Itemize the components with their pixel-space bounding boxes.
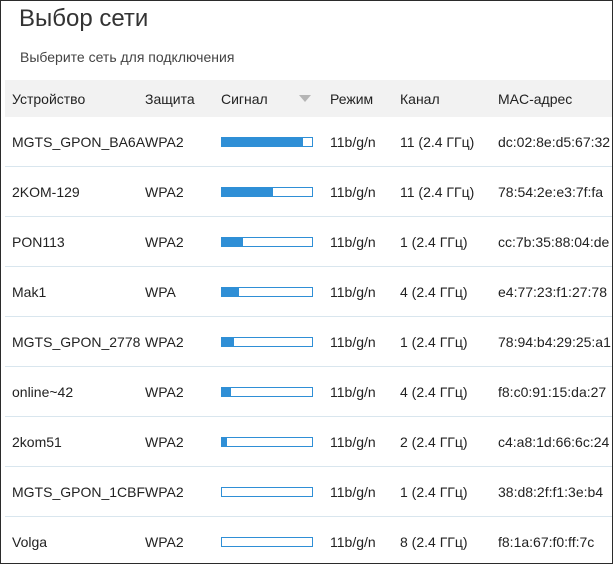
signal-strength-fill [222, 188, 274, 196]
channel-cell: 2 (2.4 ГГц) [400, 433, 468, 450]
signal-strength-fill [222, 438, 227, 446]
mode-cell: 11b/g/n [330, 183, 376, 200]
table-row[interactable]: Volga WPA2 11b/g/n 8 (2.4 ГГц) f8:1a:67:f0:f… [5, 517, 612, 563]
security-cell: WPA2 [145, 483, 184, 500]
mac-cell: f8:c0:91:15:da:27 [498, 383, 607, 400]
signal-strength-bar [221, 137, 313, 147]
column-header-mode[interactable]: Режим [330, 80, 373, 117]
security-cell: WPA [145, 283, 176, 300]
device-cell: Volga [12, 533, 48, 550]
signal-strength-bar [221, 187, 313, 197]
mode-cell: 11b/g/n [330, 433, 376, 450]
table-row[interactable]: 2KOM-129 WPA2 11b/g/n 11 (2.4 ГГц) 78:54:2e:… [5, 167, 612, 217]
mac-cell: 38:d8:2f:f1:3e:b4 [498, 483, 604, 500]
mac-cell: c4:a8:1d:66:6c:24 [498, 433, 610, 450]
mac-cell: dc:02:8e:d5:67:32 [498, 133, 611, 150]
device-cell: MGTS_GPON_2778 [12, 333, 141, 350]
mac-cell: cc:7b:35:88:04:de [498, 233, 610, 250]
device-cell: MGTS_GPON_1CBF [12, 483, 146, 500]
table-body: MGTS_GPON_BA6A WPA2 11b/g/n 11 (2.4 ГГц) dc:… [5, 117, 612, 563]
mac-cell: 78:94:b4:29:25:a1 [498, 333, 611, 350]
channel-cell: 4 (2.4 ГГц) [400, 283, 468, 300]
channel-cell: 11 (2.4 ГГц) [400, 133, 475, 150]
mac-cell: 78:54:2e:e3:7f:fa [498, 183, 604, 200]
column-header-channel[interactable]: Канал [400, 80, 440, 117]
column-header-mac[interactable]: MAC-адрес [498, 80, 572, 117]
channel-cell: 4 (2.4 ГГц) [400, 383, 468, 400]
signal-strength-bar [221, 537, 313, 547]
network-table: Устройство Защита Сигнал Режим Канал MAC… [5, 80, 612, 563]
signal-strength-bar [221, 387, 313, 397]
column-header-device[interactable]: Устройство [12, 80, 85, 117]
table-row[interactable]: MGTS_GPON_1CBF WPA2 11b/g/n 1 (2.4 ГГц) 38:d… [5, 467, 612, 517]
security-cell: WPA2 [145, 533, 184, 550]
mode-cell: 11b/g/n [330, 483, 376, 500]
signal-strength-bar [221, 337, 313, 347]
mode-cell: 11b/g/n [330, 383, 376, 400]
table-row[interactable]: Mak1 WPA 11b/g/n 4 (2.4 ГГц) e4:77:23:f1:27:… [5, 267, 612, 317]
channel-cell: 1 (2.4 ГГц) [400, 483, 468, 500]
security-cell: WPA2 [145, 333, 184, 350]
mac-cell: e4:77:23:f1:27:78 [498, 283, 607, 300]
mode-cell: 11b/g/n [330, 283, 376, 300]
signal-strength-fill [222, 138, 303, 146]
device-cell: online~42 [12, 383, 74, 400]
table-row[interactable]: MGTS_GPON_2778 WPA2 11b/g/n 1 (2.4 ГГц) 78:9… [5, 317, 612, 367]
signal-strength-fill [222, 288, 240, 296]
security-cell: WPA2 [145, 133, 184, 150]
mac-cell: f8:1a:67:f0:ff:7c [498, 533, 595, 550]
column-header-signal[interactable]: Сигнал [221, 80, 268, 117]
mode-cell: 11b/g/n [330, 133, 376, 150]
channel-cell: 8 (2.4 ГГц) [400, 533, 468, 550]
security-cell: WPA2 [145, 233, 184, 250]
signal-strength-bar [221, 437, 313, 447]
device-cell: Mak1 [12, 283, 47, 300]
signal-strength-bar [221, 237, 313, 247]
mode-cell: 11b/g/n [330, 533, 376, 550]
signal-strength-bar [221, 487, 313, 497]
table-header: Устройство Защита Сигнал Режим Канал MAC… [5, 80, 612, 117]
security-cell: WPA2 [145, 183, 184, 200]
sort-desc-icon[interactable] [299, 95, 311, 102]
security-cell: WPA2 [145, 383, 184, 400]
device-cell: PON113 [12, 233, 65, 250]
mode-cell: 11b/g/n [330, 233, 376, 250]
device-cell: 2kom51 [12, 433, 62, 450]
table-row[interactable]: online~42 WPA2 11b/g/n 4 (2.4 ГГц) f8:c0:91:… [5, 367, 612, 417]
mode-cell: 11b/g/n [330, 333, 376, 350]
table-row[interactable]: 2kom51 WPA2 11b/g/n 2 (2.4 ГГц) c4:a8:1d:66:… [5, 417, 612, 467]
device-cell: 2KOM-129 [12, 183, 80, 200]
signal-strength-bar [221, 287, 313, 297]
channel-cell: 11 (2.4 ГГц) [400, 183, 475, 200]
column-header-security[interactable]: Защита [145, 80, 195, 117]
channel-cell: 1 (2.4 ГГц) [400, 233, 468, 250]
signal-strength-fill [222, 238, 243, 246]
table-row[interactable]: MGTS_GPON_BA6A WPA2 11b/g/n 11 (2.4 ГГц) dc:… [5, 117, 612, 167]
table-row[interactable]: PON113 WPA2 11b/g/n 1 (2.4 ГГц) cc:7b:35:88:… [5, 217, 612, 267]
network-select-dialog: Выбор сети Выберите сеть для подключения… [0, 0, 613, 564]
signal-strength-fill [222, 388, 231, 396]
security-cell: WPA2 [145, 433, 184, 450]
channel-cell: 1 (2.4 ГГц) [400, 333, 468, 350]
device-cell: MGTS_GPON_BA6A [12, 133, 146, 150]
dialog-title: Выбор сети [19, 5, 149, 32]
dialog-subtitle: Выберите сеть для подключения [20, 49, 235, 65]
signal-strength-fill [222, 338, 234, 346]
